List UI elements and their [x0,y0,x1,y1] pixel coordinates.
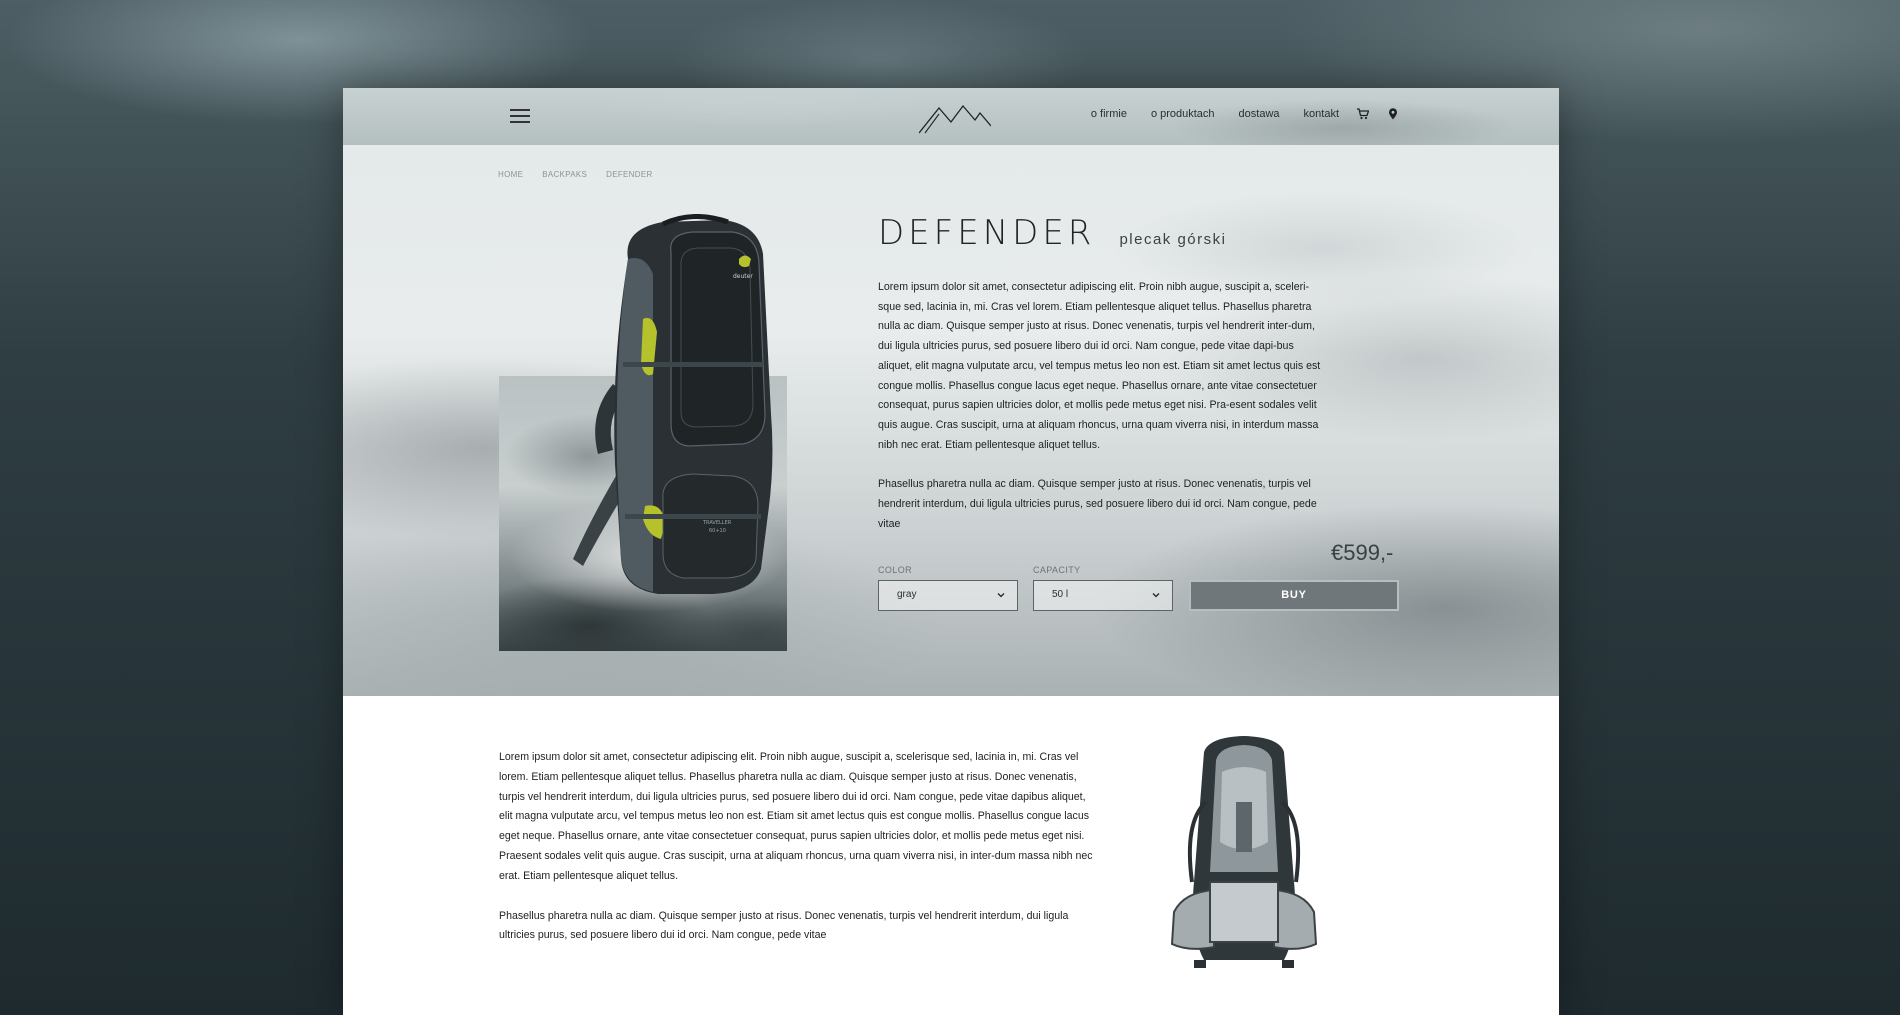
nav-o-firmie[interactable]: o firmie [1091,108,1127,120]
product-price: €599,- [1331,540,1394,565]
svg-text:60+10: 60+10 [709,528,726,534]
backpack-back-image [1170,736,1318,968]
buy-button[interactable]: BUY [1189,580,1399,611]
details-text: Lorem ipsum dolor sit amet, consectetur … [499,748,1094,966]
svg-text:deuter: deuter [733,273,753,280]
breadcrumb-backpaks[interactable]: BACKPAKS [542,170,587,179]
main-nav: o firmie o produktach dostawa kontakt [1067,108,1399,120]
breadcrumb-defender[interactable]: DEFENDER [606,170,652,179]
hero-section: o firmie o produktach dostawa kontakt HO… [343,88,1559,696]
color-select-value: gray [897,589,917,600]
product-subtitle: plecak górski [1119,231,1227,248]
capacity-label: CAPACITY [1033,565,1081,575]
breadcrumb: HOME BACKPAKS DEFENDER [498,170,672,179]
nav-o-produktach[interactable]: o produktach [1151,108,1215,120]
chevron-down-icon [997,593,1005,598]
cart-icon[interactable] [1357,108,1369,120]
details-paragraph: Phasellus pharetra nulla ac diam. Quisqu… [499,909,1069,942]
product-title-row: DEFENDER plecak górski [878,213,1226,253]
location-pin-icon[interactable] [1387,108,1399,120]
description-paragraph: Phasellus pharetra nulla ac diam. Quisqu… [878,478,1317,530]
site-header: o firmie o produktach dostawa kontakt [343,88,1559,145]
chevron-down-icon [1152,593,1160,598]
svg-text:TRAVELLER: TRAVELLER [702,520,732,526]
menu-icon[interactable] [510,109,530,123]
color-select[interactable]: gray [878,580,1018,611]
breadcrumb-home[interactable]: HOME [498,170,523,179]
nav-dostawa[interactable]: dostawa [1239,108,1280,120]
capacity-select[interactable]: 50 l [1033,580,1173,611]
capacity-select-value: 50 l [1052,589,1069,600]
product-name: DEFENDER [878,213,1096,253]
product-description: Lorem ipsum dolor sit amet, consectetur … [878,278,1323,554]
mountains-logo[interactable] [919,102,991,134]
details-paragraph: Lorem ipsum dolor sit amet, consectetur … [499,751,1093,882]
nav-kontakt[interactable]: kontakt [1304,108,1339,120]
description-paragraph: Lorem ipsum dolor sit amet, consectetur … [878,281,1321,451]
color-label: COLOR [878,565,913,575]
backpack-front-image: TRAVELLER 60+10 deuter [573,214,773,594]
page-frame: o firmie o produktach dostawa kontakt HO… [343,88,1559,1015]
